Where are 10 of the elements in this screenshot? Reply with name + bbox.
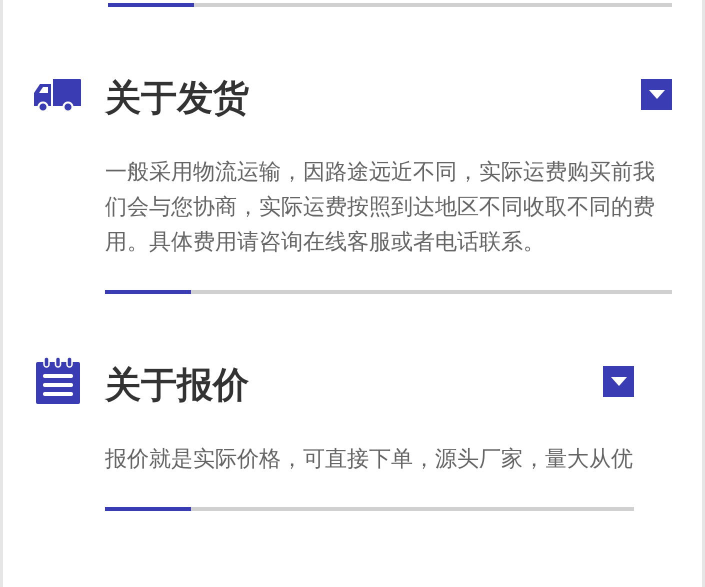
dropdown-toggle[interactable] — [641, 79, 672, 110]
caret-icon — [648, 90, 664, 99]
notepad-icon — [35, 356, 81, 404]
dropdown-toggle[interactable] — [603, 366, 634, 397]
section-text: 报价就是实际价格，可直接下单，源头厂家，量大从优 — [105, 446, 634, 474]
section-title: 关于报价 — [105, 366, 249, 406]
section-title: 关于发货 — [105, 79, 249, 119]
truck-icon — [33, 79, 81, 111]
caret-icon — [610, 377, 626, 386]
section-text: 一般采用物流运输，因路途远近不同，实际运费购买前我们会与您协商，实际运费按照到达地区不同收取不同的费用。具体费用请咨询在线客服或者电话联系。 — [105, 159, 656, 257]
